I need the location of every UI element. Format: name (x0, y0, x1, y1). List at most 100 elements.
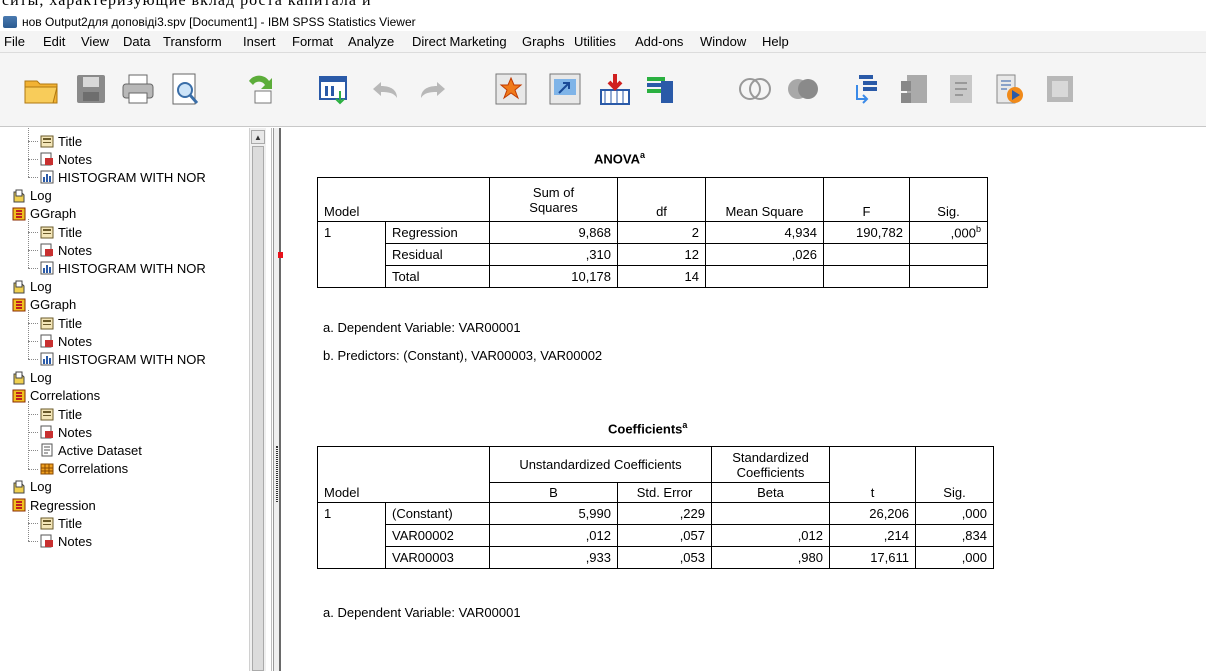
notes-icon (40, 152, 54, 166)
menu-insert[interactable]: Insert (243, 34, 276, 49)
undo-icon[interactable] (366, 70, 404, 108)
table-icon (40, 462, 54, 476)
coefficients-title: Coefficientsa (608, 420, 688, 437)
outline-item-ggraph[interactable]: GGraph (12, 296, 76, 314)
menu-analyze[interactable]: Analyze (348, 34, 394, 49)
outline-item-label: Log (30, 479, 52, 495)
window-title: нов Output2для доповіді3.spv [Document1]… (22, 15, 416, 29)
tree-connector (28, 432, 38, 434)
promote-icon[interactable] (848, 70, 886, 108)
hide-icon[interactable] (784, 70, 822, 108)
collapse-icon[interactable] (1041, 70, 1079, 108)
outline-item-notes[interactable]: Notes (40, 532, 92, 550)
tree-connector (28, 341, 38, 343)
export-icon[interactable] (242, 70, 280, 108)
outline-item-correlations[interactable]: Correlations (40, 460, 128, 478)
procedure-icon (12, 389, 26, 403)
anova-footnote-b: b. Predictors: (Constant), VAR00003, VAR… (323, 348, 603, 363)
menu-utilities[interactable]: Utilities (574, 34, 616, 49)
scroll-up-icon[interactable]: ▲ (251, 130, 265, 144)
outline-item-notes[interactable]: Notes (40, 241, 92, 259)
outline-item-log[interactable]: Log (12, 478, 52, 496)
outline-item-histogram-with-nor[interactable]: HISTOGRAM WITH NOR (40, 259, 206, 277)
outline-item-notes[interactable]: Notes (40, 150, 92, 168)
menu-file[interactable]: File (4, 34, 25, 49)
title-icon (40, 407, 54, 421)
tree-connector (28, 309, 29, 360)
pane-splitter[interactable] (273, 128, 281, 671)
outline-item-label: Title (58, 315, 83, 331)
tree-connector (28, 323, 38, 324)
outline-item-label: Log (30, 279, 52, 295)
menu-help[interactable]: Help (762, 34, 789, 49)
log-icon (12, 480, 26, 494)
outline-item-title[interactable]: Title (40, 223, 82, 241)
menu-direct-marketing[interactable]: Direct Marketing (412, 34, 507, 49)
outline-item-histogram-with-nor[interactable]: HISTOGRAM WITH NOR (40, 350, 206, 368)
tree-connector (28, 218, 29, 269)
outline-item-log[interactable]: Log (12, 369, 52, 387)
title-icon (40, 134, 54, 148)
open-icon[interactable] (22, 70, 60, 108)
outline-item-title[interactable]: Title (40, 405, 82, 423)
print-icon[interactable] (119, 70, 157, 108)
outline-item-title[interactable]: Title (40, 132, 82, 150)
tree-connector (28, 541, 38, 543)
outline-item-title[interactable]: Title (40, 514, 82, 532)
anova-table: Model Sum of Squares df Mean Square F Sig… (317, 177, 988, 288)
output-content-pane: ANOVAa Model Sum of Squares df Mean Squar… (283, 128, 1206, 671)
outline-item-log[interactable]: Log (12, 187, 52, 205)
redo-icon[interactable] (414, 70, 452, 108)
outline-item-regression[interactable]: Regression (12, 496, 96, 514)
outline-item-active-dataset[interactable]: Active Dataset (40, 441, 142, 459)
tree-connector (28, 510, 29, 542)
title-icon (40, 225, 54, 239)
outline-item-log[interactable]: Log (12, 278, 52, 296)
outline-item-correlations[interactable]: Correlations (12, 387, 100, 405)
insert-title-icon[interactable] (943, 70, 981, 108)
menu-transform[interactable]: Transform (163, 34, 222, 49)
menu-format[interactable]: Format (292, 34, 333, 49)
insert-heading-icon[interactable] (896, 70, 934, 108)
header-df: df (617, 177, 706, 222)
run-script-icon[interactable] (990, 70, 1028, 108)
recall-dialog-icon[interactable] (315, 70, 353, 108)
tree-connector (28, 250, 38, 252)
print-preview-icon[interactable] (166, 70, 204, 108)
designated-window-icon[interactable] (640, 70, 678, 108)
splitter-grip[interactable] (276, 446, 278, 502)
outline-scrollbar[interactable]: ▲ (249, 128, 266, 671)
outline-item-label: GGraph (30, 297, 77, 313)
app-icon (3, 16, 17, 28)
coefficients-table: Model Unstandardized Coefficients Standa… (317, 446, 994, 569)
menu-window[interactable]: Window (700, 34, 746, 49)
show-all-icon[interactable] (736, 70, 774, 108)
outline-item-notes[interactable]: Notes (40, 423, 92, 441)
outline-item-label: Title (58, 406, 83, 422)
menu-edit[interactable]: Edit (43, 34, 65, 49)
outline-item-label: Notes (58, 424, 92, 440)
title-icon (40, 516, 54, 530)
menu-view[interactable]: View (81, 34, 109, 49)
goto-data-icon[interactable] (492, 70, 530, 108)
tree-connector (28, 400, 29, 469)
select-last-output-icon[interactable] (596, 70, 634, 108)
goto-case-icon[interactable] (546, 70, 584, 108)
table-row: 1 (Constant) 5,990 ,229 26,206 ,000 (317, 502, 994, 525)
outline-item-title[interactable]: Title (40, 314, 82, 332)
outline-item-label: Log (30, 188, 52, 204)
save-icon[interactable] (72, 70, 110, 108)
outline-item-label: Log (30, 370, 52, 386)
outline-item-histogram-with-nor[interactable]: HISTOGRAM WITH NOR (40, 168, 206, 186)
scroll-thumb[interactable] (252, 146, 264, 671)
log-icon (12, 189, 26, 203)
outline-item-label: Regression (30, 497, 96, 513)
menu-graphs[interactable]: Graphs (522, 34, 565, 49)
tree-connector (28, 128, 29, 178)
menu-data[interactable]: Data (123, 34, 150, 49)
outline-item-label: HISTOGRAM WITH NOR (58, 260, 206, 276)
outline-item-notes[interactable]: Notes (40, 332, 92, 350)
coefficients-footnote-a: a. Dependent Variable: VAR00001 (323, 605, 521, 620)
menu-add-ons[interactable]: Add-ons (635, 34, 683, 49)
outline-item-ggraph[interactable]: GGraph (12, 205, 76, 223)
